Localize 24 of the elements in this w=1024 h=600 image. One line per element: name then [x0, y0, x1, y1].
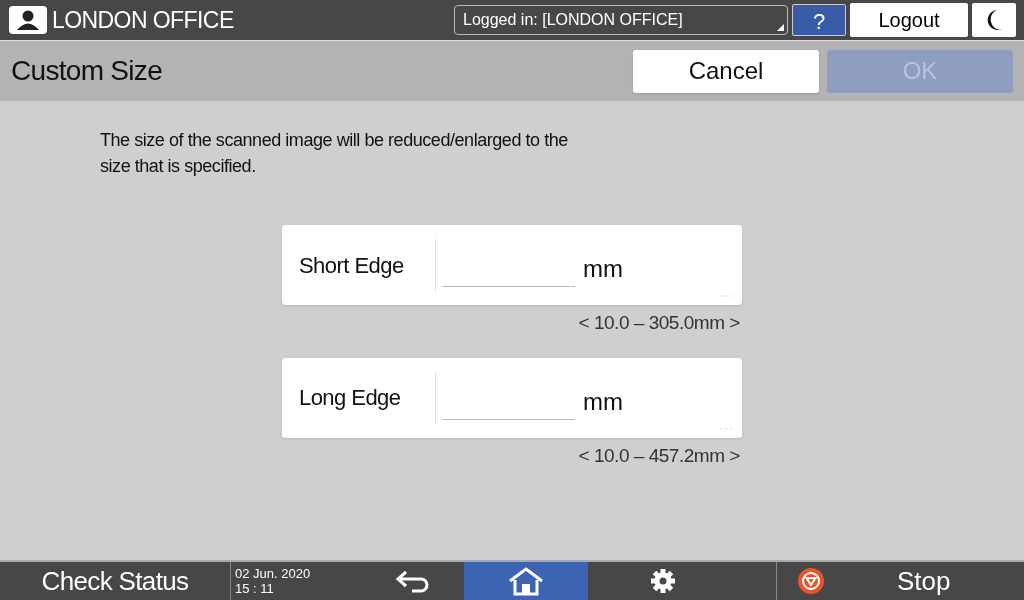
user-icon — [8, 5, 48, 35]
range-text: < 10.0 – 305.0mm > — [578, 311, 741, 335]
date-text: 02 Jun. 2020 — [235, 566, 312, 581]
moon-icon — [985, 9, 1003, 31]
field-label: Short Edge — [298, 251, 405, 280]
check-status-button[interactable]: Check Status — [0, 562, 230, 600]
home-icon — [507, 566, 545, 596]
unit-label: mm — [583, 254, 623, 284]
night-mode-button[interactable] — [972, 3, 1016, 37]
stop-button[interactable]: Stop — [777, 562, 1024, 600]
screen-title: Custom Size — [11, 54, 164, 88]
login-dropdown[interactable]: Logged in: [LONDON OFFICE] — [454, 5, 788, 35]
field-label: Long Edge — [298, 384, 402, 412]
range-text: < 10.0 – 457.2mm > — [578, 443, 741, 468]
corner-icon — [777, 24, 784, 31]
description-text: The size of the scanned image will be reduced/enlarged to the size that is specified. — [100, 129, 569, 178]
cancel-button[interactable]: Cancel — [633, 49, 819, 93]
unit-label: mm — [583, 386, 623, 417]
logout-button[interactable]: Logout — [850, 3, 968, 37]
stop-icon — [797, 567, 825, 595]
user-name: LONDON OFFICE — [52, 5, 234, 35]
help-button[interactable]: ? — [792, 4, 846, 36]
home-button[interactable] — [464, 562, 588, 600]
time-text: 15 : 11 — [235, 581, 275, 596]
